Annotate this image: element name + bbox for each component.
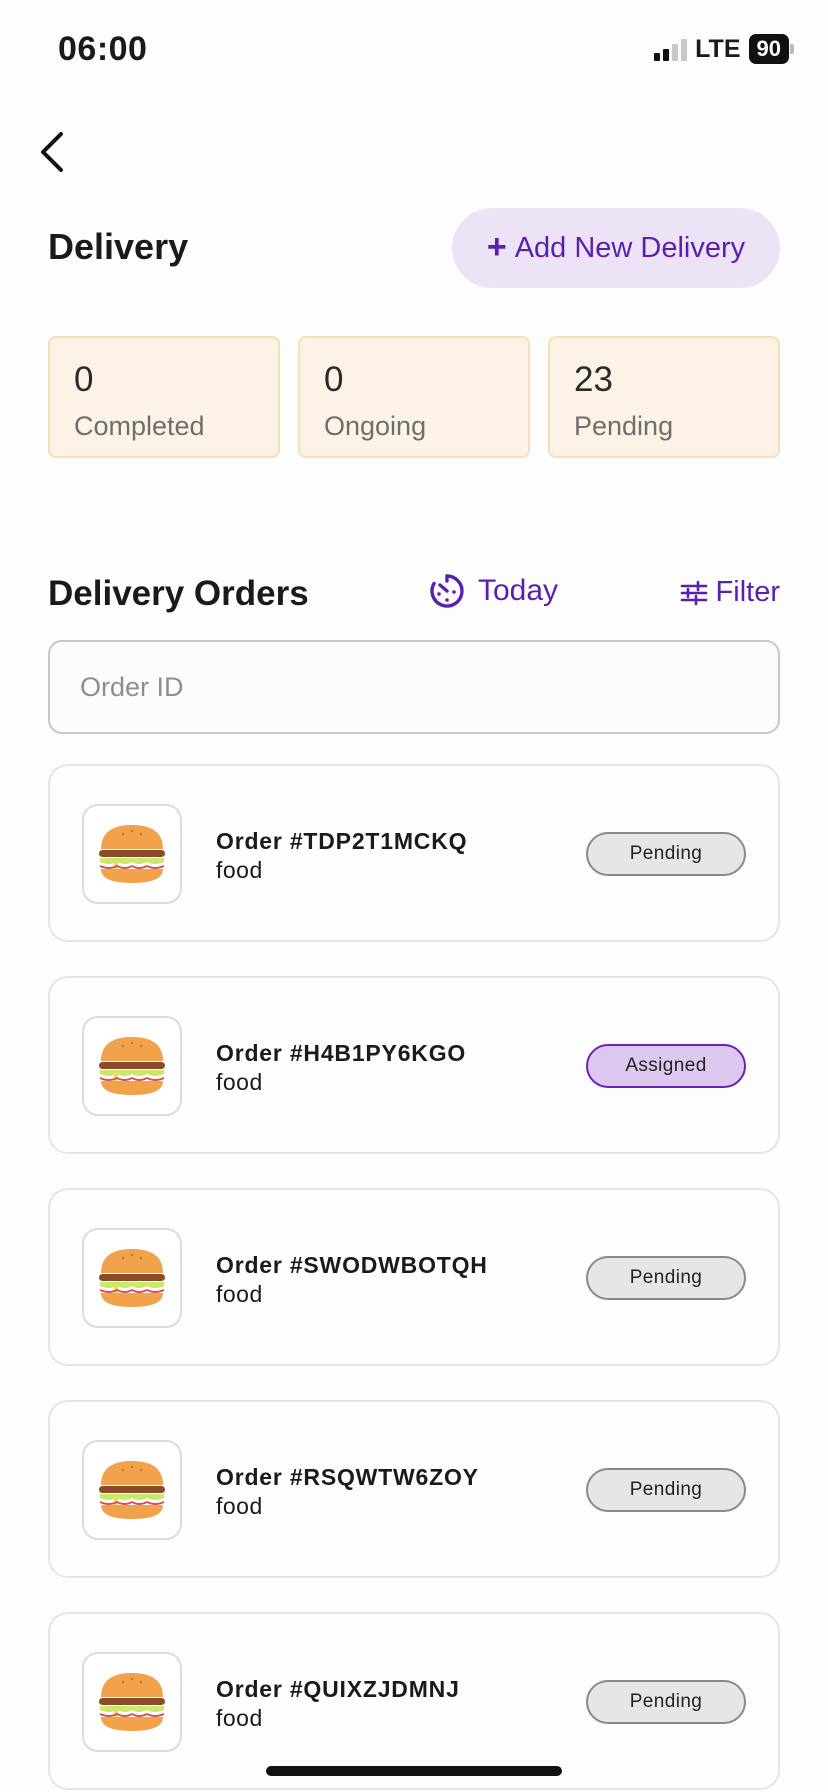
sliders-icon (680, 580, 707, 605)
order-info: Order #QUIXZJDMNJ food (216, 1676, 460, 1732)
order-thumbnail (82, 1228, 182, 1328)
order-thumbnail (82, 1652, 182, 1752)
stat-label: Ongoing (324, 411, 427, 441)
today-filter-button[interactable]: Today (428, 572, 558, 610)
stats-row: 0 Completed 0 Ongoing 23 Pending (48, 336, 780, 458)
stat-value: 0 (74, 360, 94, 399)
order-card[interactable]: Order #QUIXZJDMNJ food Pending (48, 1612, 780, 1790)
stat-label: Pending (574, 411, 674, 441)
filter-label: Filter (715, 576, 780, 608)
order-info: Order #RSQWTW6ZOY food (216, 1464, 479, 1520)
home-indicator[interactable] (266, 1766, 562, 1776)
back-button[interactable] (24, 124, 80, 180)
order-card[interactable]: Order #H4B1PY6KGO food Assigned (48, 976, 780, 1154)
page-title: Delivery (48, 226, 189, 267)
status-badge: Assigned (586, 1044, 746, 1088)
order-card[interactable]: Order #SWODWBOTQH food Pending (48, 1188, 780, 1366)
burger-icon (99, 825, 165, 883)
status-badge: Pending (586, 1256, 746, 1300)
stat-value: 23 (574, 360, 613, 399)
stat-label: Completed (74, 411, 205, 441)
stat-value: 0 (324, 360, 344, 399)
orders-list: Order #TDP2T1MCKQ food Pending Order #H4… (48, 764, 780, 1792)
add-new-delivery-label: Add New Delivery (514, 231, 746, 264)
order-info: Order #SWODWBOTQH food (216, 1252, 488, 1308)
battery-level: 90 (748, 34, 789, 64)
chevron-left-icon (41, 132, 63, 172)
order-thumbnail (82, 1016, 182, 1116)
filter-button[interactable]: Filter (680, 576, 780, 609)
status-indicators: LTE 90 (654, 34, 794, 64)
order-id: Order #SWODWBOTQH (216, 1252, 488, 1278)
order-id: Order #TDP2T1MCKQ (216, 828, 468, 854)
order-thumbnail (82, 804, 182, 904)
order-id-search-input[interactable] (48, 640, 780, 734)
order-card[interactable]: Order #RSQWTW6ZOY food Pending (48, 1400, 780, 1578)
battery-icon: 90 (748, 34, 794, 64)
order-thumbnail (82, 1440, 182, 1540)
burger-icon (99, 1249, 165, 1307)
add-new-delivery-button[interactable]: + Add New Delivery (452, 208, 780, 288)
stat-card-ongoing: 0 Ongoing (298, 336, 530, 458)
status-time: 06:00 (58, 30, 148, 68)
order-type: food (216, 857, 263, 883)
order-type: food (216, 1493, 263, 1519)
order-type: food (216, 1281, 263, 1307)
order-type: food (216, 1705, 263, 1731)
burger-icon (99, 1673, 165, 1731)
status-bar: 06:00 LTE 90 (0, 0, 828, 100)
status-badge: Pending (586, 1680, 746, 1724)
clock-icon (430, 574, 464, 608)
stat-card-pending: 23 Pending (548, 336, 780, 458)
section-title: Delivery Orders (48, 574, 309, 613)
order-id: Order #QUIXZJDMNJ (216, 1676, 460, 1702)
plus-icon: + (486, 227, 507, 266)
order-info: Order #TDP2T1MCKQ food (216, 828, 467, 884)
stat-card-completed: 0 Completed (48, 336, 280, 458)
burger-icon (99, 1037, 165, 1095)
order-type: food (216, 1069, 263, 1095)
today-label: Today (478, 574, 559, 607)
network-type: LTE (695, 34, 741, 63)
order-card[interactable]: Order #TDP2T1MCKQ food Pending (48, 764, 780, 942)
order-id: Order #RSQWTW6ZOY (216, 1464, 479, 1490)
order-id: Order #H4B1PY6KGO (216, 1040, 467, 1066)
burger-icon (99, 1461, 165, 1519)
signal-icon (654, 37, 688, 61)
status-badge: Pending (586, 832, 746, 876)
order-info: Order #H4B1PY6KGO food (216, 1040, 466, 1096)
status-badge: Pending (586, 1468, 746, 1512)
